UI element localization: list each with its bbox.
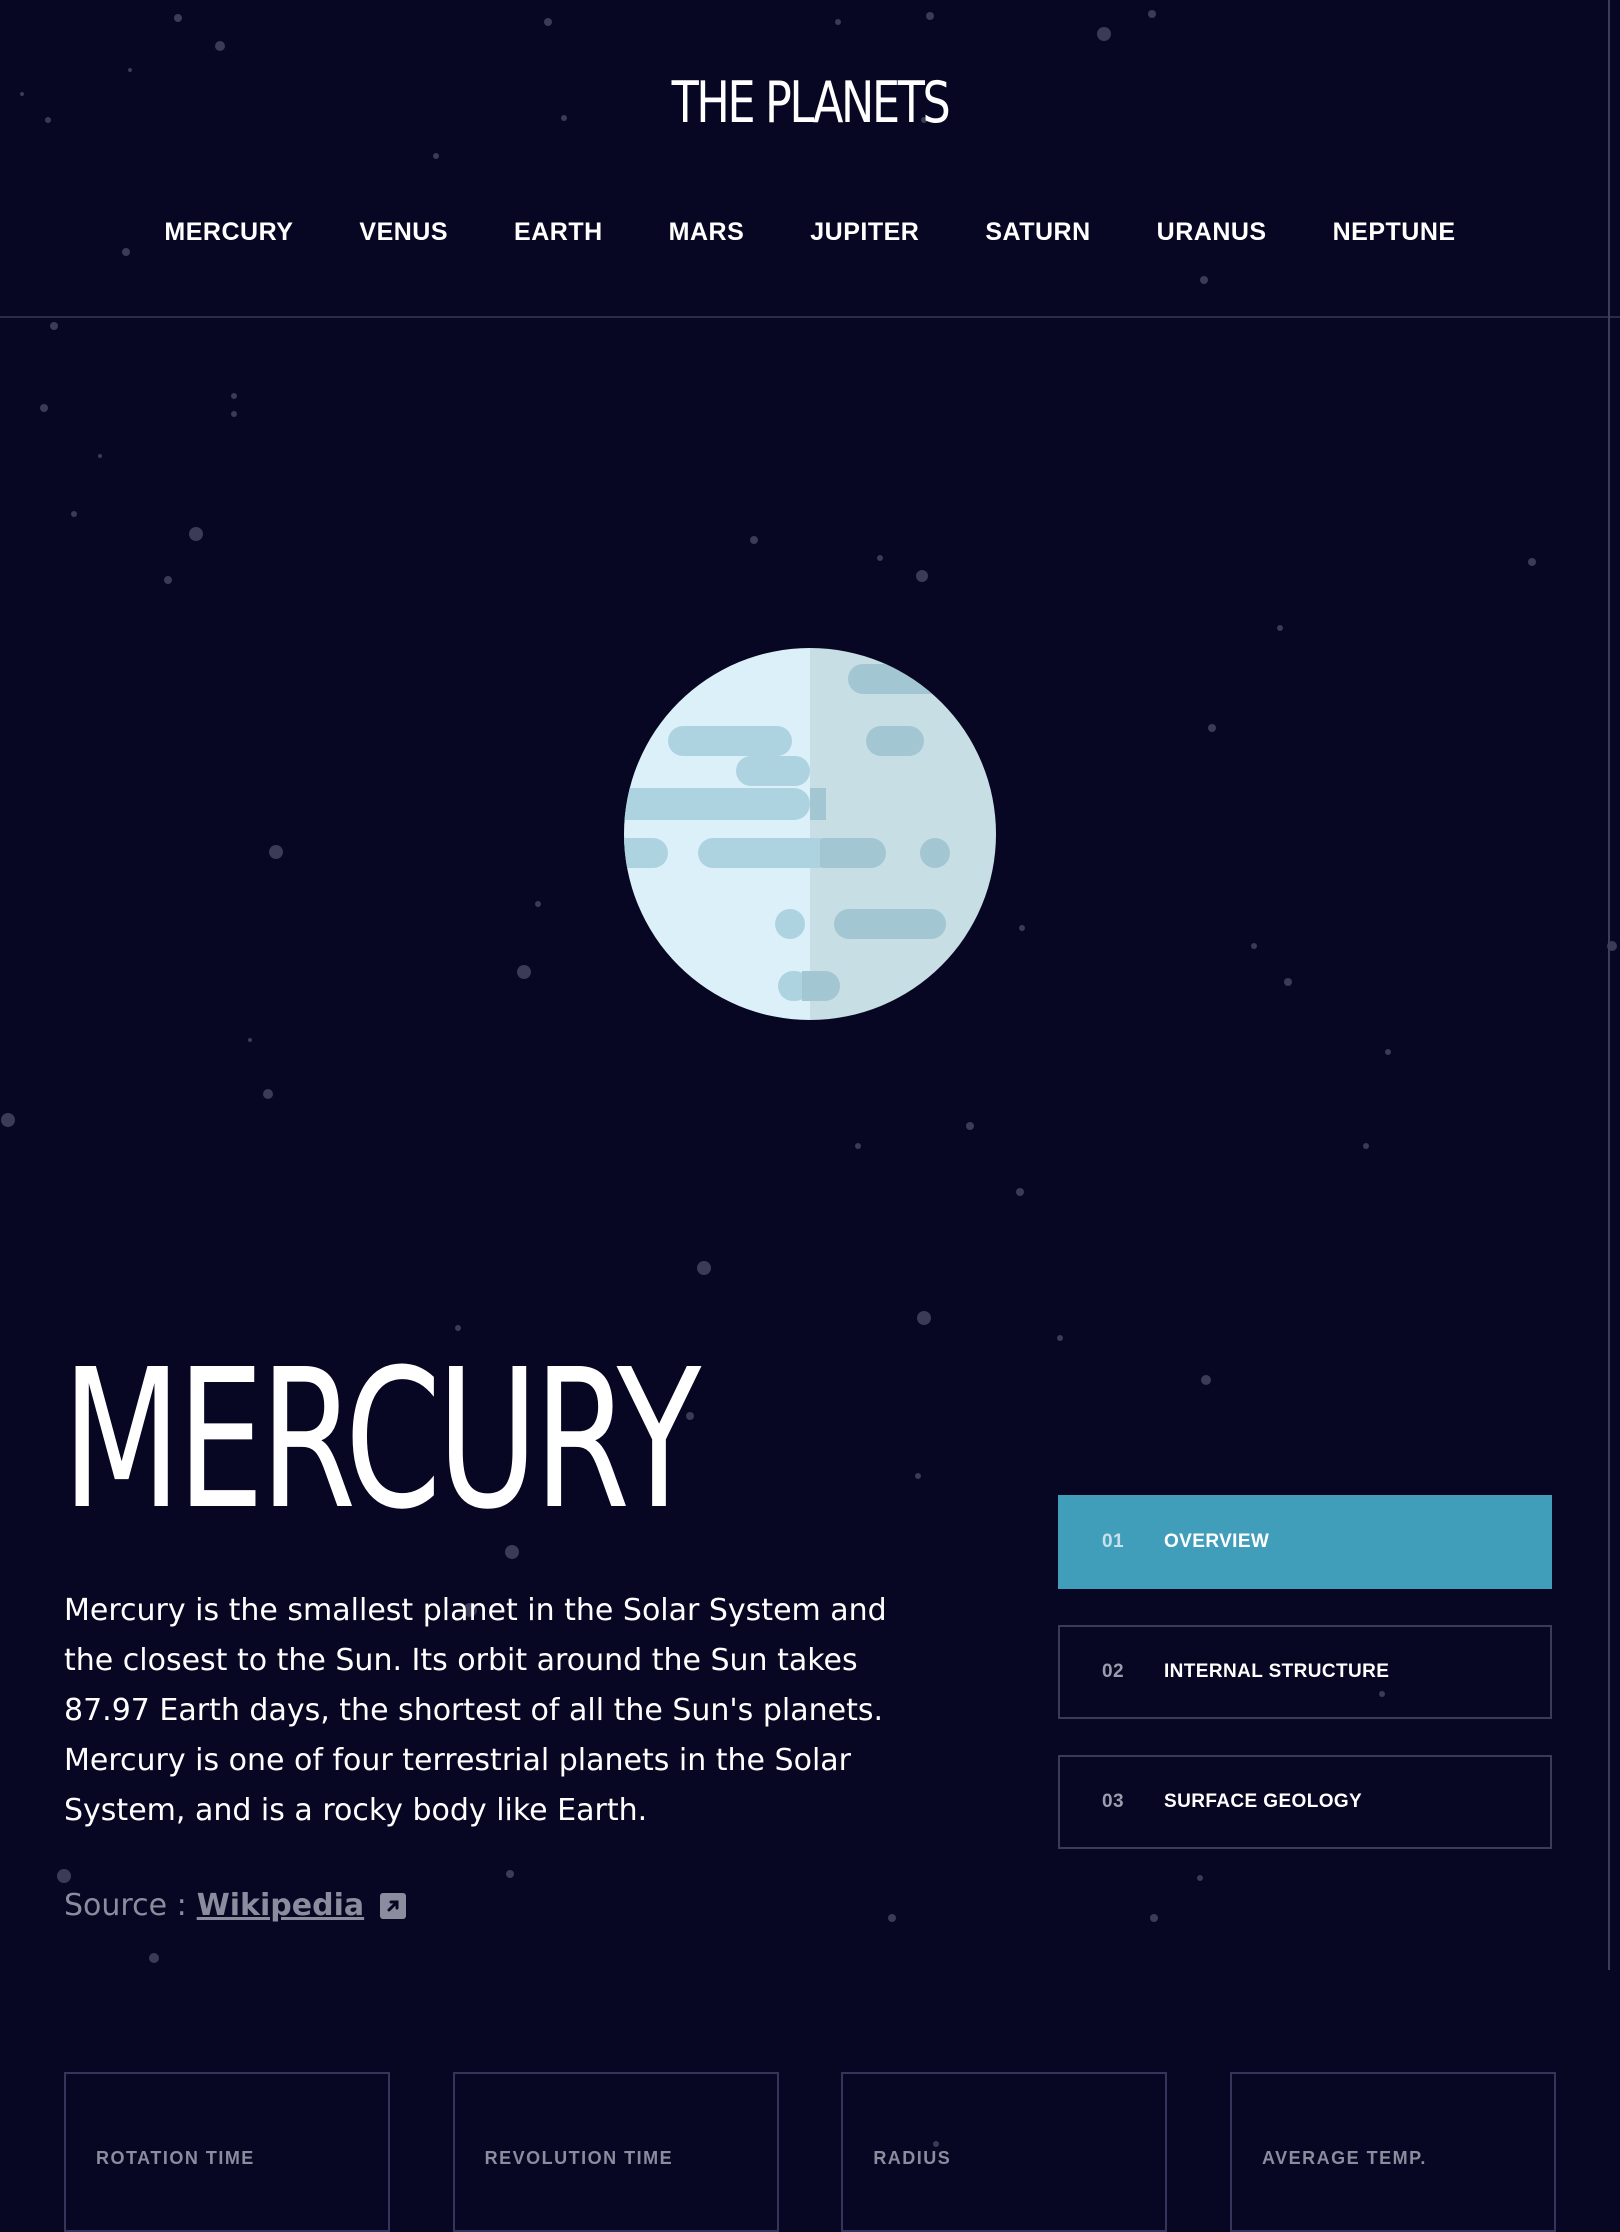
site-logo[interactable]: THE PLANETS [178,70,1442,136]
star-dot [1057,1335,1063,1341]
star-dot [535,901,541,907]
star-dot [1150,1914,1158,1922]
star-dot [189,527,203,541]
source-attribution: Source : Wikipedia [64,1888,407,1923]
star-dot [750,536,758,544]
star-dot [916,570,928,582]
star-dot [231,411,237,417]
star-dot [855,1143,861,1149]
stat-label: ROTATION TIME [96,2148,255,2168]
tab-internal-structure[interactable]: 02 INTERNAL STRUCTURE [1058,1625,1552,1719]
star-dot [164,576,172,584]
star-dot [1208,724,1216,732]
nav-item-jupiter[interactable]: JUPITER [777,218,952,247]
nav-item-venus[interactable]: VENUS [326,218,481,247]
star-dot [1528,558,1536,566]
star-dot [888,1914,896,1922]
star-dot [248,1038,252,1042]
planet-stats: ROTATION TIME REVOLUTION TIME RADIUS AVE… [64,2072,1556,2232]
star-dot [269,845,283,859]
star-dot [917,1311,931,1325]
stat-card-revolution-time: REVOLUTION TIME [452,2072,779,2232]
star-dot [1019,925,1025,931]
stat-label: REVOLUTION TIME [484,2148,674,2168]
nav-item-neptune[interactable]: NEPTUNE [1300,218,1489,247]
star-dot [1,1113,15,1127]
star-dot [263,1089,273,1099]
nav-item-mars[interactable]: MARS [636,218,778,247]
star-dot [1385,1049,1391,1055]
planet-name: MERCURY [62,1329,701,1552]
star-dot [40,404,48,412]
star-dot [915,1473,921,1479]
external-link-icon[interactable] [380,1892,407,1919]
source-link[interactable]: Wikipedia [197,1888,364,1923]
site-header: THE PLANETS MERCURY VENUS EARTH MARS JUP… [0,0,1620,318]
tab-label: OVERVIEW [1164,1531,1270,1552]
source-prefix: Source : [64,1888,187,1923]
tab-number: 01 [1102,1531,1124,1552]
star-dot [149,1953,159,1963]
nav-item-mercury[interactable]: MERCURY [131,218,326,247]
tab-label: SURFACE GEOLOGY [1164,1791,1363,1812]
star-dot [506,1870,514,1878]
nav-item-saturn[interactable]: SATURN [952,218,1123,247]
star-dot [1284,978,1292,986]
star-dot [1363,1143,1369,1149]
tab-surface-geology[interactable]: 03 SURFACE GEOLOGY [1058,1755,1552,1849]
content-tabs: 01 OVERVIEW 02 INTERNAL STRUCTURE 03 SUR… [1058,1495,1556,1885]
nav-item-uranus[interactable]: URANUS [1124,218,1300,247]
stat-label: AVERAGE TEMP. [1261,2148,1427,2168]
star-dot [517,965,531,979]
tab-number: 02 [1102,1661,1124,1682]
mercury-planet-illustration [624,648,996,1020]
planet-nav: MERCURY VENUS EARTH MARS JUPITER SATURN … [0,218,1620,247]
scrollbar[interactable] [1608,0,1620,1970]
stat-card-radius: RADIUS [841,2072,1168,2232]
tab-number: 03 [1102,1791,1124,1812]
star-dot [50,322,58,330]
tab-label: INTERNAL STRUCTURE [1164,1661,1390,1682]
star-dot [71,511,77,517]
stat-label: RADIUS [873,2148,952,2168]
stat-card-rotation-time: ROTATION TIME [64,2072,390,2232]
star-dot [1251,943,1257,949]
star-dot [57,1869,71,1883]
planet-description: Mercury is the smallest planet in the So… [64,1593,887,1828]
star-dot [697,1261,711,1275]
star-dot [1016,1188,1024,1196]
nav-item-earth[interactable]: EARTH [481,218,636,247]
tab-overview[interactable]: 01 OVERVIEW [1058,1495,1552,1589]
star-dot [1277,625,1283,631]
star-dot [231,393,237,399]
star-dot [98,454,102,458]
star-dot [966,1122,974,1130]
stat-card-average-temp: AVERAGE TEMP. [1229,2072,1556,2232]
star-dot [877,555,883,561]
star-dot [1201,1375,1211,1385]
